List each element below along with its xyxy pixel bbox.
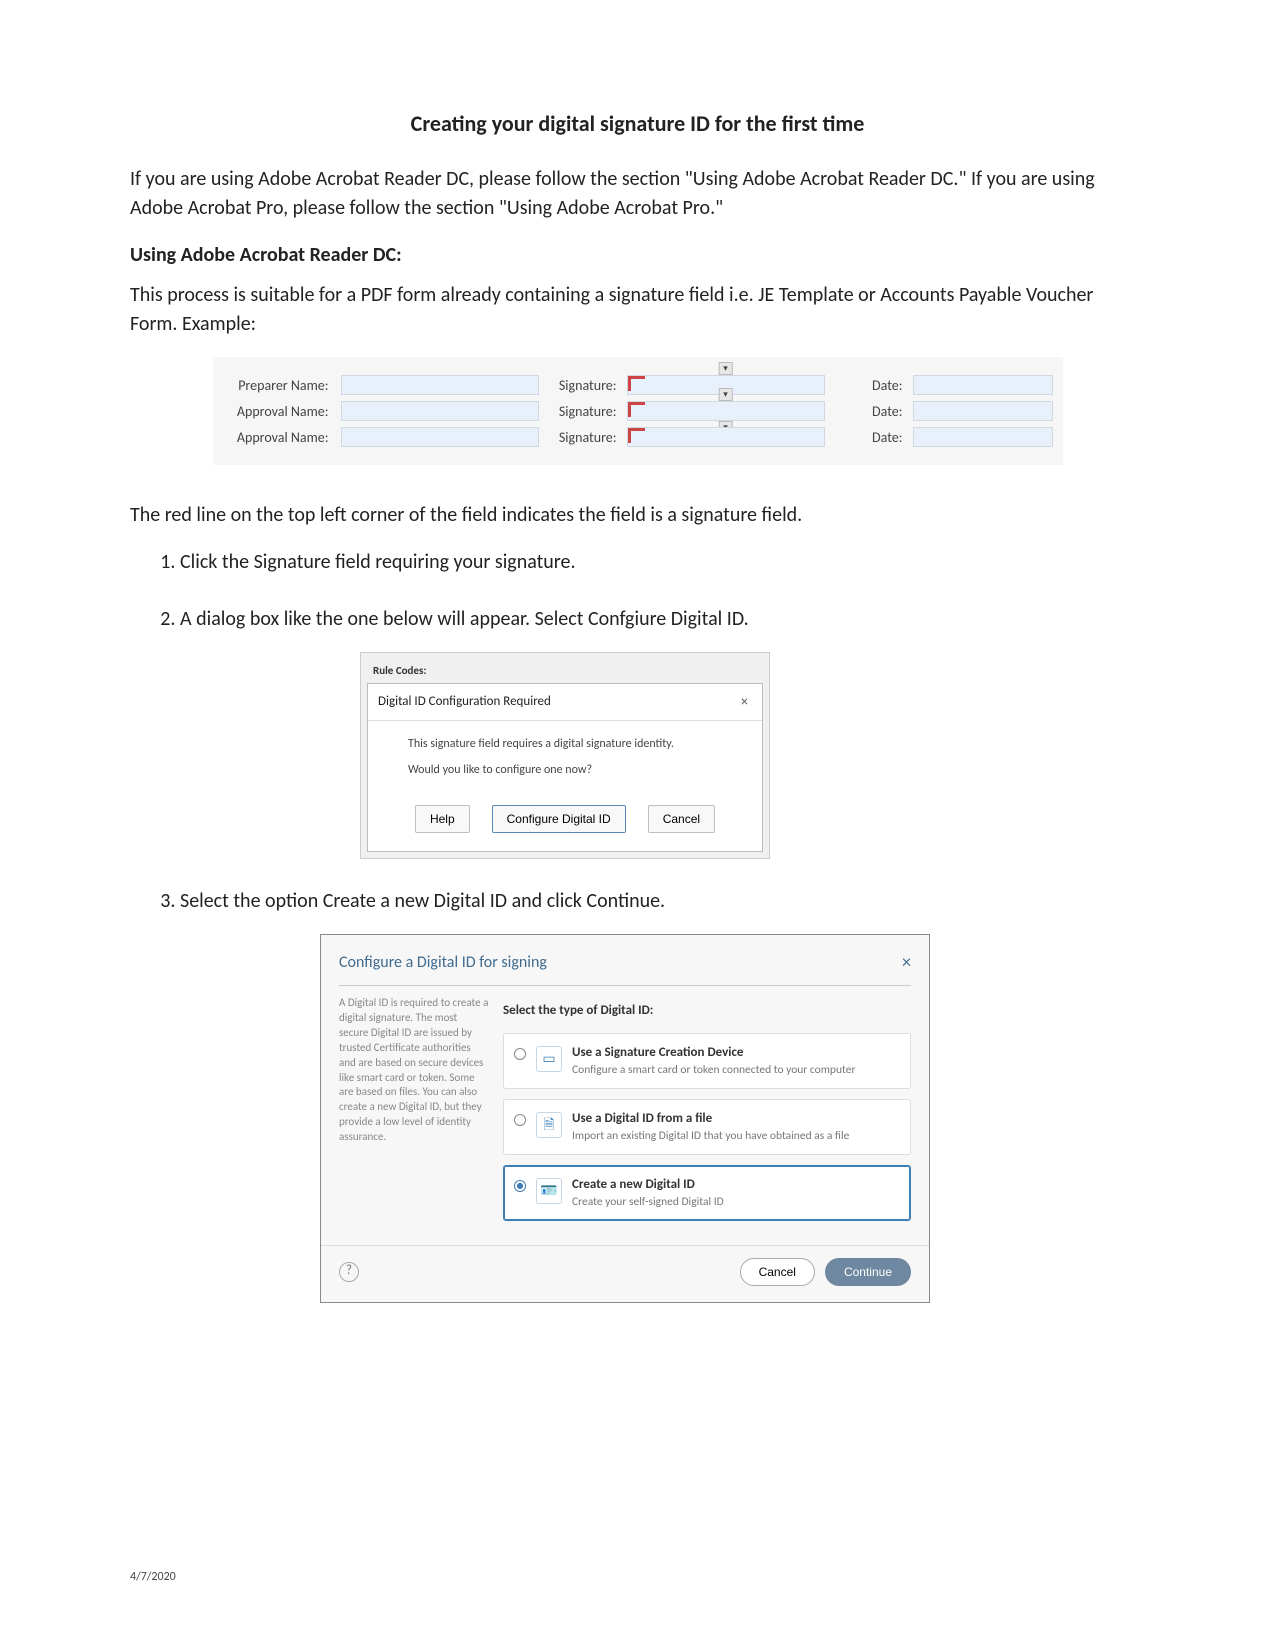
option-from-file[interactable]: 🗎 Use a Digital ID from a file Import an… (503, 1099, 911, 1155)
device-icon: ▭ (536, 1046, 562, 1072)
option-desc: Configure a smart card or token connecte… (572, 1063, 855, 1078)
file-icon: 🗎 (536, 1112, 562, 1138)
date-field[interactable] (913, 427, 1053, 447)
step-item: Select the option Create a new Digital I… (180, 887, 1145, 1302)
close-icon[interactable]: × (737, 692, 752, 712)
option-title: Use a Digital ID from a file (572, 1110, 849, 1129)
cancel-button[interactable]: Cancel (648, 805, 715, 833)
help-icon[interactable]: ? (339, 1262, 359, 1282)
name-field[interactable] (341, 375, 539, 395)
field-label: Approval Name: (223, 429, 333, 446)
date-field[interactable] (913, 401, 1053, 421)
form-fields-screenshot: Preparer Name: Signature: ▾ Date: Approv… (213, 357, 1063, 465)
steps-list: Click the Signature field requiring your… (160, 548, 1145, 1303)
field-label: Approval Name: (223, 403, 333, 420)
sign-tag-icon: ▾ (718, 362, 733, 375)
configure-digital-id-dialog: Configure a Digital ID for signing × A D… (320, 934, 930, 1302)
option-desc: Create your self-signed Digital ID (572, 1195, 724, 1210)
option-signature-device[interactable]: ▭ Use a Signature Creation Device Config… (503, 1033, 911, 1089)
field-label: Preparer Name: (223, 377, 333, 394)
option-desc: Import an existing Digital ID that you h… (572, 1129, 849, 1144)
dialog-text: This signature field requires a digital … (408, 735, 722, 753)
field-label: Date: (833, 429, 905, 446)
radio-icon[interactable] (514, 1180, 526, 1192)
dialog-title: Configure a Digital ID for signing (339, 951, 547, 974)
field-label: Date: (833, 377, 905, 394)
signature-field[interactable]: ▾ ▾ (627, 401, 825, 421)
signature-field[interactable] (627, 427, 825, 447)
digital-id-required-dialog: Digital ID Configuration Required × This… (367, 683, 763, 852)
field-label: Signature: (547, 429, 619, 446)
option-title: Use a Signature Creation Device (572, 1044, 855, 1063)
caption-text: Rule Codes: (367, 659, 763, 683)
section-heading: Using Adobe Acrobat Reader DC: (130, 243, 1145, 267)
radio-icon[interactable] (514, 1048, 526, 1060)
intro-paragraph: If you are using Adobe Acrobat Reader DC… (130, 165, 1145, 223)
dialog-subtitle: Select the type of Digital ID: (503, 1002, 911, 1021)
dialog-text: Would you like to configure one now? (408, 761, 722, 779)
dialog-side-text: A Digital ID is required to create a dig… (339, 996, 489, 1230)
continue-button[interactable]: Continue (825, 1258, 911, 1286)
name-field[interactable] (341, 401, 539, 421)
option-create-new[interactable]: 🪪 Create a new Digital ID Create your se… (503, 1165, 911, 1221)
step-item: A dialog box like the one below will app… (180, 605, 1145, 859)
section-body: This process is suitable for a PDF form … (130, 281, 1145, 339)
step-item: Click the Signature field requiring your… (180, 548, 1145, 577)
name-field[interactable] (341, 427, 539, 447)
field-label: Signature: (547, 403, 619, 420)
radio-icon[interactable] (514, 1114, 526, 1126)
configure-digital-id-button[interactable]: Configure Digital ID (492, 805, 626, 833)
id-badge-icon: 🪪 (536, 1178, 562, 1204)
option-title: Create a new Digital ID (572, 1176, 724, 1195)
cancel-button[interactable]: Cancel (740, 1258, 815, 1286)
close-icon[interactable]: × (902, 949, 911, 975)
date-field[interactable] (913, 375, 1053, 395)
help-button[interactable]: Help (415, 805, 470, 833)
page-title: Creating your digital signature ID for t… (130, 110, 1145, 137)
dialog-screenshot: Rule Codes: Digital ID Configuration Req… (360, 652, 770, 859)
dialog-title: Digital ID Configuration Required (378, 693, 551, 712)
footer-date: 4/7/2020 (130, 1570, 176, 1584)
field-label: Date: (833, 403, 905, 420)
field-label: Signature: (547, 377, 619, 394)
redline-text: The red line on the top left corner of t… (130, 501, 1145, 530)
sign-tag-icon: ▾ (718, 388, 733, 401)
